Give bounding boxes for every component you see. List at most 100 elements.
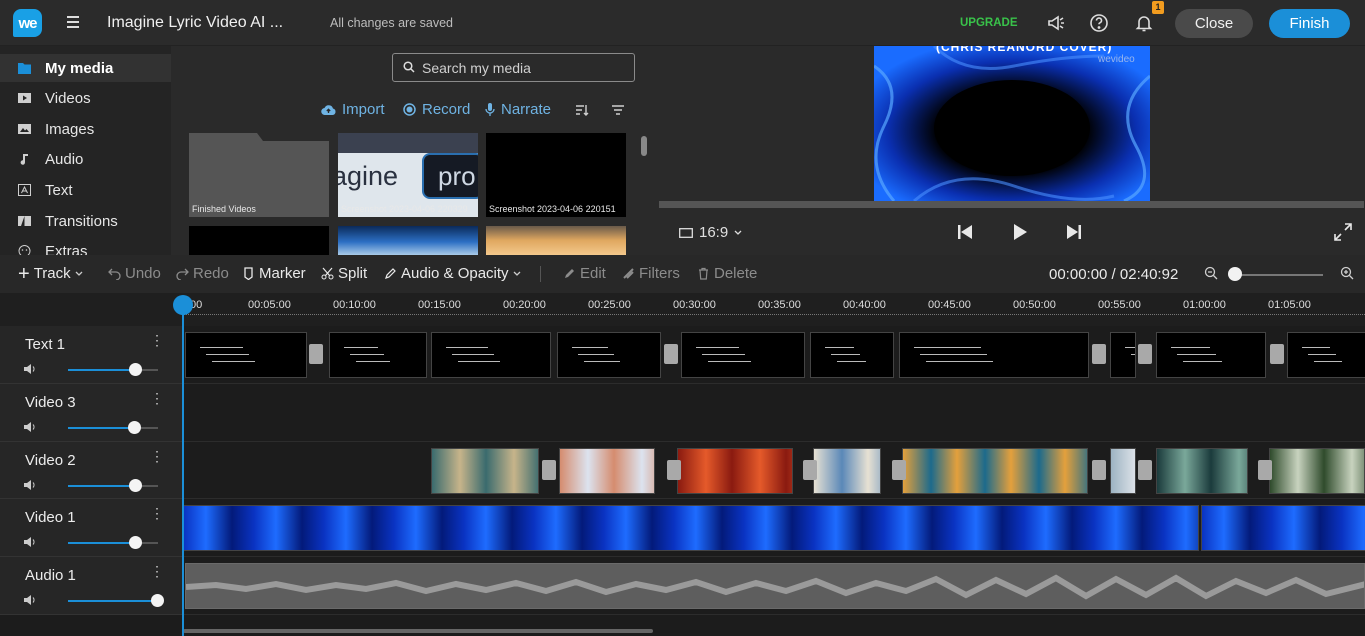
transition-handle[interactable] — [1092, 344, 1106, 364]
track-header-video-2[interactable]: Video 2 ⋮ — [0, 442, 183, 499]
megaphone-icon[interactable] — [1046, 13, 1066, 33]
undo-button[interactable]: Undo — [108, 265, 161, 282]
marker-button[interactable]: Marker — [242, 265, 306, 282]
speaker-icon[interactable] — [23, 363, 37, 375]
timeline-clip-text[interactable] — [431, 332, 551, 378]
timeline-clip-text[interactable] — [899, 332, 1089, 378]
timeline-clip-blue-fire[interactable] — [183, 505, 1199, 551]
more-vertical-icon[interactable]: ⋮ — [150, 506, 164, 521]
sidebar-item-transitions[interactable]: Transitions — [0, 207, 171, 235]
timeline-clip-text[interactable] — [810, 332, 894, 378]
timeline-clip-text[interactable] — [1156, 332, 1266, 378]
delete-button[interactable]: Delete — [697, 265, 757, 282]
wevideo-logo[interactable]: we — [13, 9, 42, 37]
skip-forward-icon[interactable] — [1064, 222, 1084, 242]
volume-handle[interactable] — [127, 421, 141, 434]
media-item-folder[interactable]: Finished Videos — [189, 133, 329, 217]
timeline-clip-video[interactable] — [677, 448, 793, 494]
timeline-clip-video[interactable] — [431, 448, 539, 494]
bell-icon[interactable] — [1134, 13, 1154, 33]
speaker-icon[interactable] — [23, 421, 37, 433]
split-button[interactable]: Split — [321, 265, 367, 282]
search-input[interactable] — [392, 53, 635, 82]
timeline-clip-text[interactable] — [557, 332, 661, 378]
track-lane-audio-1[interactable] — [183, 557, 1365, 615]
menu-icon[interactable] — [67, 16, 79, 28]
transition-handle[interactable] — [542, 460, 556, 480]
zoom-out-icon[interactable] — [1204, 266, 1218, 280]
project-title[interactable]: Imagine Lyric Video AI ... — [107, 14, 283, 32]
timeline-horizontal-scrollbar[interactable] — [183, 629, 653, 633]
media-scrollbar[interactable] — [641, 136, 647, 156]
media-item-screenshot-220151[interactable]: Screenshot 2023-04-06 220151 — [486, 133, 626, 217]
timeline-clip-audio[interactable] — [185, 563, 1365, 609]
speaker-icon[interactable] — [23, 479, 37, 491]
track-lane-video-1[interactable] — [183, 499, 1365, 557]
more-vertical-icon[interactable]: ⋮ — [150, 333, 164, 348]
transition-handle[interactable] — [803, 460, 817, 480]
help-icon[interactable] — [1089, 13, 1109, 33]
volume-handle[interactable] — [128, 536, 142, 549]
sidebar-item-images[interactable]: Images — [0, 115, 171, 143]
transition-handle[interactable] — [892, 460, 906, 480]
volume-handle[interactable] — [151, 594, 165, 607]
speaker-icon[interactable] — [23, 594, 37, 606]
transition-handle[interactable] — [664, 344, 678, 364]
zoom-slider-handle[interactable] — [1228, 267, 1242, 281]
timeline-clip-text[interactable] — [1110, 332, 1136, 378]
sort-icon[interactable] — [575, 103, 589, 117]
timeline-clip-video[interactable] — [902, 448, 1088, 494]
timeline-clip-video[interactable] — [1110, 448, 1136, 494]
transition-handle[interactable] — [309, 344, 323, 364]
add-track-button[interactable]: + Track — [18, 264, 83, 284]
zoom-slider-track[interactable] — [1235, 274, 1323, 276]
filter-icon[interactable] — [611, 104, 625, 116]
timeline-clip-text[interactable] — [329, 332, 427, 378]
skip-back-icon[interactable] — [955, 222, 975, 242]
upgrade-button[interactable]: UPGRADE — [960, 17, 1018, 29]
media-item-earth[interactable] — [338, 226, 478, 255]
speaker-icon[interactable] — [23, 536, 37, 548]
volume-slider[interactable] — [68, 594, 165, 607]
timeline-clip-text[interactable] — [185, 332, 307, 378]
media-item-black[interactable] — [189, 226, 329, 255]
redo-button[interactable]: Redo — [176, 265, 229, 282]
timeline-clip-text[interactable] — [681, 332, 805, 378]
timeline-ruler[interactable]: 00 00:05:00 00:10:00 00:15:00 00:20:00 0… — [0, 293, 1365, 326]
transition-handle[interactable] — [1270, 344, 1284, 364]
media-item-sunset[interactable] — [486, 226, 626, 255]
playhead-handle[interactable] — [173, 295, 193, 315]
volume-slider[interactable] — [68, 479, 158, 492]
video-preview[interactable]: (CHRIS REANORD COVER) wevideo — [874, 46, 1150, 201]
volume-slider[interactable] — [68, 421, 158, 434]
sidebar-item-text[interactable]: Text — [0, 176, 171, 204]
sidebar-item-extras[interactable]: Extras — [0, 237, 171, 255]
sidebar-item-my-media[interactable]: My media — [0, 54, 171, 82]
track-header-audio-1[interactable]: Audio 1 ⋮ — [0, 557, 183, 615]
zoom-in-icon[interactable] — [1340, 266, 1354, 280]
sidebar-item-videos[interactable]: Videos — [0, 84, 171, 112]
volume-slider[interactable] — [68, 363, 158, 376]
edit-button[interactable]: Edit — [563, 265, 606, 282]
more-vertical-icon[interactable]: ⋮ — [150, 449, 164, 464]
track-lane-text-1[interactable] — [183, 326, 1365, 384]
volume-handle[interactable] — [128, 363, 142, 376]
close-button[interactable]: Close — [1175, 9, 1253, 38]
narrate-button[interactable]: Narrate — [485, 101, 551, 118]
record-button[interactable]: Record — [403, 101, 470, 118]
timeline-clip-video[interactable] — [813, 448, 881, 494]
track-lane-video-3[interactable] — [183, 384, 1365, 442]
track-header-text-1[interactable]: Text 1 ⋮ — [0, 326, 183, 384]
audio-opacity-button[interactable]: Audio & Opacity — [384, 265, 521, 282]
transition-handle[interactable] — [1258, 460, 1272, 480]
import-button[interactable]: Import — [321, 101, 385, 118]
more-vertical-icon[interactable]: ⋮ — [150, 564, 164, 579]
volume-slider[interactable] — [68, 536, 158, 549]
transition-handle[interactable] — [1138, 344, 1152, 364]
track-lane-video-2[interactable] — [183, 442, 1365, 499]
sidebar-item-audio[interactable]: Audio — [0, 145, 171, 173]
filters-button[interactable]: Filters — [622, 265, 680, 282]
track-header-video-1[interactable]: Video 1 ⋮ — [0, 499, 183, 557]
transition-handle[interactable] — [1138, 460, 1152, 480]
finish-button[interactable]: Finish — [1269, 9, 1350, 38]
